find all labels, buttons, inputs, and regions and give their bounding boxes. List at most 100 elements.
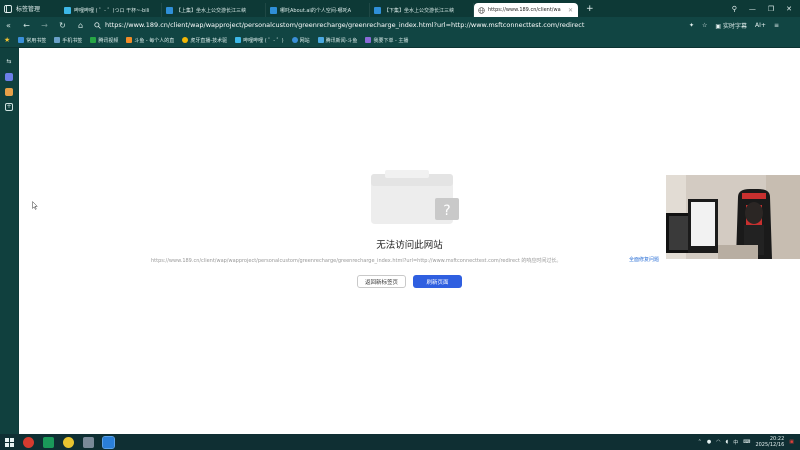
search-icon	[94, 21, 101, 29]
tab-strip: 标签管理 哔哩哔哩 ( ゜- ゜)つロ 干杯~-bili 【上集】坐水上公交游长…	[0, 0, 800, 17]
minimize-icon[interactable]: —	[749, 5, 756, 13]
globe-icon	[291, 37, 298, 43]
reload-icon[interactable]: ↻	[58, 21, 67, 30]
clock-date: 2025/12/16	[755, 442, 785, 448]
folder-icon	[18, 37, 25, 43]
close-tab-icon[interactable]: ✕	[568, 7, 573, 14]
bilibili-icon	[64, 6, 71, 14]
url-text: https://www.189.cn/client/wap/wapproject…	[105, 21, 585, 29]
tencent-video-icon	[90, 37, 97, 43]
tab-video-part1[interactable]: 【上集】坐水上公交游长江三峡	[162, 3, 266, 17]
bookmark-label: 哔哩哔哩 ( ゜- ゜)	[243, 37, 284, 44]
bookmark-tencent-video[interactable]: 腾讯视频	[90, 37, 118, 44]
fix-issue-link[interactable]: 全面修复问题	[629, 256, 659, 263]
ime-indicator[interactable]: 中	[733, 439, 738, 446]
close-window-icon[interactable]: ✕	[786, 5, 792, 13]
browser-app-icon[interactable]	[63, 436, 74, 448]
bookmark-bilibili[interactable]: 哔哩哔哩 ( ゜- ゜)	[235, 37, 284, 44]
file-app-icon[interactable]	[83, 436, 94, 448]
volume-icon[interactable]: ◖	[726, 439, 729, 445]
pin-icon[interactable]: ⚲	[732, 5, 737, 13]
bookmark-mobile[interactable]: 手机书签	[54, 37, 82, 44]
menu-icon[interactable]: ≡	[774, 22, 779, 29]
back-icon[interactable]: ←	[22, 21, 31, 30]
bookmark-label: 斗鱼 - 每个人的直	[134, 37, 175, 44]
windows-start-icon[interactable]	[5, 437, 14, 447]
toolbar-right: ✦ ☆ ▣ 实时字幕 AI+ ≡	[689, 21, 779, 30]
ai-button[interactable]: AI+	[755, 22, 766, 29]
error-detail: https://www.189.cn/client/wap/wapproject…	[151, 258, 562, 264]
taskbar: ⌃ ● ◠ ◖ 中 ⌨ 20:22 2025/12/16 ▣	[0, 434, 800, 450]
tab-bilibili[interactable]: 哔哩哔哩 ( ゜- ゜)つロ 干杯~-bili	[60, 3, 162, 17]
tab-manager-label: 标签管理	[16, 6, 41, 13]
window-controls: ⚲ — ❐ ✕	[732, 5, 800, 13]
bookmark-label: 常用书签	[26, 37, 47, 44]
bookmark-label: 腾讯新闻-斗鱼	[325, 37, 358, 44]
bookmark-douyu[interactable]: 斗鱼 - 每个人的直	[126, 37, 174, 44]
broken-page-illustration: ?	[371, 170, 459, 224]
bookmark-common[interactable]: 常用书签	[18, 37, 46, 44]
bookmark-news[interactable]: 腾讯新闻-斗鱼	[317, 37, 358, 44]
phone-icon	[54, 37, 61, 43]
bookmark-website[interactable]: 网站	[291, 37, 310, 44]
tab-manager[interactable]: 标签管理	[0, 0, 60, 17]
subtitle-icon: ▣	[715, 22, 722, 30]
bookmark-label: 我要下单 - 主播	[373, 37, 409, 44]
video-icon	[166, 6, 173, 14]
globe-icon	[478, 6, 485, 14]
tray-chevron-icon[interactable]: ⌃	[698, 439, 702, 445]
tab-video-part2[interactable]: 【下集】坐水上公交游长江三峡	[370, 3, 474, 17]
webcam-scene	[666, 175, 800, 259]
realtime-subtitle-label: 实时字幕	[723, 22, 748, 30]
svg-text:?: ?	[443, 203, 450, 219]
tab-active[interactable]: https://www.189.cn/client/wa ✕	[474, 3, 578, 17]
news-icon	[317, 37, 324, 43]
active-browser-icon[interactable]	[102, 435, 115, 449]
tab-label: 哪吒About.ai的个人空间-哪吒A	[280, 7, 352, 14]
clock[interactable]: 20:22 2025/12/16	[755, 436, 784, 448]
bookmark-label: 虎牙直播-技术驱	[190, 37, 228, 44]
new-tab-button[interactable]: +	[578, 4, 602, 14]
tab-label: 哔哩哔哩 ( ゜- ゜)つロ 干杯~-bili	[74, 7, 150, 14]
mouse-cursor-icon	[32, 201, 38, 210]
url-field[interactable]: https://www.189.cn/client/wap/wapproject…	[94, 19, 674, 31]
bookmark-label: 网站	[299, 37, 310, 44]
maximize-icon[interactable]: ❐	[768, 5, 774, 13]
dev-tool-icon[interactable]	[43, 436, 54, 448]
home-icon[interactable]: ⌂	[76, 21, 85, 30]
tab-nezha-space[interactable]: 哪吒About.ai的个人空间-哪吒A	[266, 3, 370, 17]
back-to-new-tab-button[interactable]: 返回新标签页	[357, 275, 406, 288]
bookmarks-bar: ★ 常用书签 手机书签 腾讯视频 斗鱼 - 每个人的直 虎牙直播-技术驱 哔哩哔…	[0, 33, 800, 48]
refresh-button[interactable]: 刷新页面	[413, 275, 462, 288]
video-icon	[374, 6, 381, 14]
bookmark-huya[interactable]: 虎牙直播-技术驱	[182, 37, 227, 44]
douyu-icon	[126, 37, 133, 43]
tab-label: 【下集】坐水上公交游长江三峡	[384, 7, 455, 14]
bookmark-label: 腾讯视频	[98, 37, 119, 44]
screen-recorder-icon[interactable]	[23, 436, 34, 448]
tab-label: https://www.189.cn/client/wa	[488, 7, 561, 13]
webcam-overlay	[666, 175, 800, 259]
bilibili-icon	[235, 37, 242, 43]
wifi-icon[interactable]: ◠	[716, 439, 720, 445]
forward-icon[interactable]: →	[40, 21, 49, 30]
browser-sidebar: ⇆ +	[0, 48, 18, 434]
notification-icon[interactable]: ▣	[789, 439, 794, 445]
app-icon[interactable]	[5, 73, 13, 81]
bookmark-icon	[365, 37, 372, 43]
add-icon[interactable]: +	[5, 103, 13, 111]
bookmark-star-icon: ★	[4, 36, 11, 44]
sidebar-toggle-icon[interactable]: «	[4, 21, 13, 30]
swap-icon[interactable]: ⇆	[5, 58, 13, 66]
notes-icon[interactable]	[5, 88, 13, 96]
favorite-star-icon[interactable]: ☆	[702, 22, 707, 29]
tab-label: 【上集】坐水上公交游长江三峡	[176, 7, 247, 14]
realtime-subtitle-button[interactable]: ▣ 实时字幕	[715, 21, 747, 30]
bookmark-label: 手机书签	[62, 37, 83, 44]
keyboard-icon[interactable]: ⌨	[743, 439, 750, 445]
video-icon	[270, 6, 277, 14]
bookmark-order[interactable]: 我要下单 - 主播	[365, 37, 408, 44]
tab-manager-icon	[4, 4, 12, 13]
extension-icon[interactable]: ✦	[689, 22, 694, 29]
tray-app-icon[interactable]: ●	[707, 439, 711, 445]
